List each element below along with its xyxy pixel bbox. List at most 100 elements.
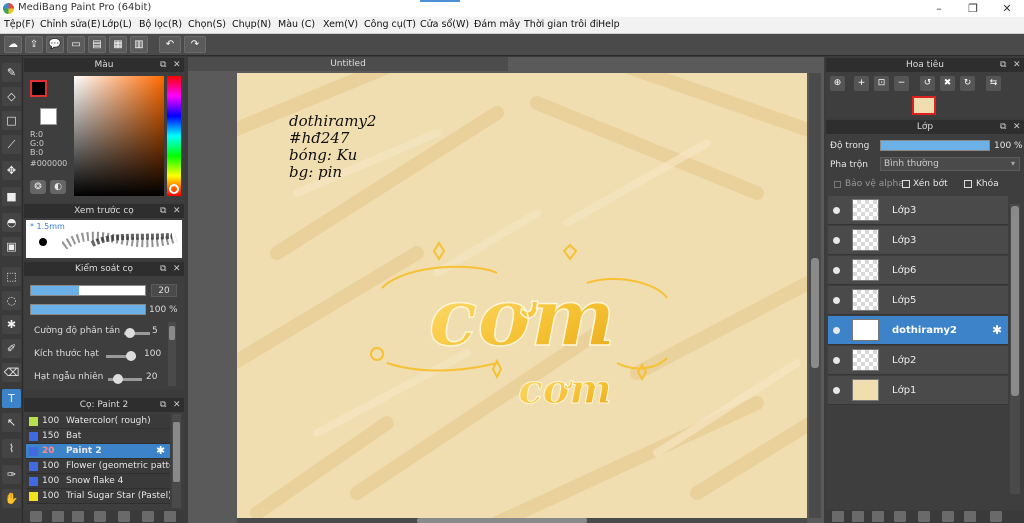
menu-help[interactable]: Help: [598, 19, 620, 30]
menu-timelapse[interactable]: Thời gian trôi đi: [524, 19, 598, 30]
new-halftone-layer-icon[interactable]: [852, 511, 864, 522]
visibility-eye-icon[interactable]: [833, 207, 840, 214]
layer-folder-icon[interactable]: [918, 511, 930, 522]
menu-filter[interactable]: Bộ lọc(R): [139, 19, 182, 30]
menu-snap[interactable]: Chụp(N): [232, 19, 271, 30]
rasterize-icon[interactable]: [964, 511, 976, 522]
brush-item[interactable]: 100 Watercolor( rough): [26, 414, 170, 429]
menu-window[interactable]: Cửa sổ(W): [420, 19, 469, 30]
speech-icon[interactable]: ▭: [67, 36, 85, 53]
menu-tools[interactable]: Công cụ(T): [364, 19, 416, 30]
eyedropper-tool-icon[interactable]: ⌇: [2, 439, 21, 458]
undo-button[interactable]: ↶: [159, 36, 181, 53]
lock-checkbox[interactable]: [964, 180, 972, 188]
import-icon[interactable]: [118, 511, 130, 522]
undock-icon[interactable]: ⧉: [160, 204, 166, 218]
foreground-color-swatch[interactable]: [30, 80, 47, 97]
canvas-horizontal-scroll-thumb[interactable]: [417, 518, 587, 523]
undock-icon[interactable]: ⧉: [160, 262, 166, 276]
select-eraser-tool-icon[interactable]: ⌫: [2, 363, 21, 382]
comment-icon[interactable]: 💬: [46, 36, 64, 53]
bucket-tool-icon[interactable]: ◓: [2, 213, 21, 232]
canvas-tab[interactable]: Untitled: [188, 57, 508, 71]
particle-size-knob[interactable]: [126, 351, 136, 361]
move-tool-icon[interactable]: ✥: [2, 161, 21, 180]
saturation-value-picker[interactable]: [74, 76, 164, 196]
undock-icon[interactable]: ⧉: [1000, 58, 1006, 72]
lasso-tool-icon[interactable]: ◌: [2, 291, 21, 310]
magic-wand-tool-icon[interactable]: ✱: [2, 315, 21, 334]
rotate-left-icon[interactable]: ↺: [920, 76, 935, 91]
redo-button[interactable]: ↷: [184, 36, 206, 53]
text-tool-icon[interactable]: T: [2, 389, 21, 408]
maximize-button[interactable]: ❐: [956, 0, 990, 17]
new-layer-icon[interactable]: [832, 511, 844, 522]
particle-size-slider[interactable]: [106, 351, 136, 361]
brush-control-scroll-thumb[interactable]: [169, 326, 175, 340]
layer-row[interactable]: Lớp5: [828, 286, 1008, 315]
menu-view[interactable]: Xem(V): [323, 19, 358, 30]
menu-edit[interactable]: Chỉnh sửa(E): [40, 19, 101, 30]
visibility-eye-icon[interactable]: [833, 297, 840, 304]
operation-tool-icon[interactable]: ↖: [2, 413, 21, 432]
undock-icon[interactable]: ⧉: [160, 58, 166, 72]
menu-layer[interactable]: Lớp(L): [102, 19, 132, 30]
random-particle-knob[interactable]: [112, 374, 123, 384]
brush-item[interactable]: 100 Snow flake 4: [26, 474, 170, 489]
hand-tool-icon[interactable]: ✋: [2, 489, 21, 508]
layer-row[interactable]: Lớp1: [828, 376, 1008, 405]
navigator-thumbnail[interactable]: [912, 96, 936, 115]
zoom-out-icon[interactable]: −: [894, 76, 909, 91]
delete-layer-icon[interactable]: [990, 511, 1002, 522]
visibility-eye-icon[interactable]: [833, 387, 840, 394]
canvas-vertical-scrollbar[interactable]: [809, 73, 821, 518]
copy-icon[interactable]: [72, 511, 84, 522]
scatter-knob[interactable]: [124, 328, 135, 338]
minimize-button[interactable]: –: [922, 0, 956, 17]
select-rect-tool-icon[interactable]: ⬚: [2, 267, 21, 286]
background-color-swatch[interactable]: [40, 108, 57, 125]
visibility-eye-icon[interactable]: [833, 267, 840, 274]
brush-control-scrollbar[interactable]: [168, 322, 176, 386]
layer-row[interactable]: dothiramy2 ✱: [828, 316, 1008, 345]
hue-slider[interactable]: [167, 76, 181, 196]
trash-icon[interactable]: [164, 511, 176, 522]
brush-item[interactable]: 20 Paint 2 ✱: [26, 444, 170, 459]
brush-tool-icon[interactable]: ✎: [2, 63, 21, 82]
layer-list-scrollbar[interactable]: [1010, 204, 1020, 494]
layout-icon[interactable]: ▥: [130, 36, 148, 53]
dropper-tool-icon[interactable]: ✑: [2, 465, 21, 484]
layer-row[interactable]: Lớp3: [828, 196, 1008, 225]
menu-color[interactable]: Màu (C): [278, 19, 315, 30]
brush-opacity-bar[interactable]: [30, 304, 146, 315]
document-icon[interactable]: ▤: [88, 36, 106, 53]
canvas-horizontal-scrollbar[interactable]: [237, 518, 807, 523]
layer-opacity-bar[interactable]: [880, 140, 990, 151]
reset-rotation-icon[interactable]: ✖: [940, 76, 955, 91]
folder-icon[interactable]: [94, 511, 106, 522]
layer-menu-icon[interactable]: [894, 511, 906, 522]
undock-icon[interactable]: ⧉: [160, 398, 166, 412]
layer-row[interactable]: Lớp2: [828, 346, 1008, 375]
brush-list-scroll-thumb[interactable]: [173, 422, 180, 482]
panel-grid-icon[interactable]: ▦: [109, 36, 127, 53]
brush-item[interactable]: 150 Bat: [26, 429, 170, 444]
share-icon[interactable]: ⇪: [25, 36, 43, 53]
brush-settings-gear-icon[interactable]: ✱: [156, 444, 165, 457]
settings-icon[interactable]: [142, 511, 154, 522]
panel-close-icon[interactable]: ✕: [1013, 58, 1021, 72]
actual-size-icon[interactable]: ⊡: [874, 76, 889, 91]
layer-row[interactable]: Lớp6: [828, 256, 1008, 285]
zoom-fit-icon[interactable]: ⊕: [830, 76, 845, 91]
zoom-in-icon[interactable]: +: [854, 76, 869, 91]
panel-close-icon[interactable]: ✕: [173, 398, 181, 412]
menu-file[interactable]: Tệp(F): [4, 19, 35, 30]
rectangle-tool-icon[interactable]: □: [2, 111, 21, 130]
new-file-icon[interactable]: [52, 511, 64, 522]
panel-close-icon[interactable]: ✕: [173, 204, 181, 218]
random-particle-slider[interactable]: [108, 374, 142, 384]
visibility-eye-icon[interactable]: [833, 237, 840, 244]
panel-close-icon[interactable]: ✕: [1013, 120, 1021, 134]
layer-row[interactable]: Lớp3: [828, 226, 1008, 255]
layer-settings-gear-icon[interactable]: ✱: [992, 323, 1002, 337]
